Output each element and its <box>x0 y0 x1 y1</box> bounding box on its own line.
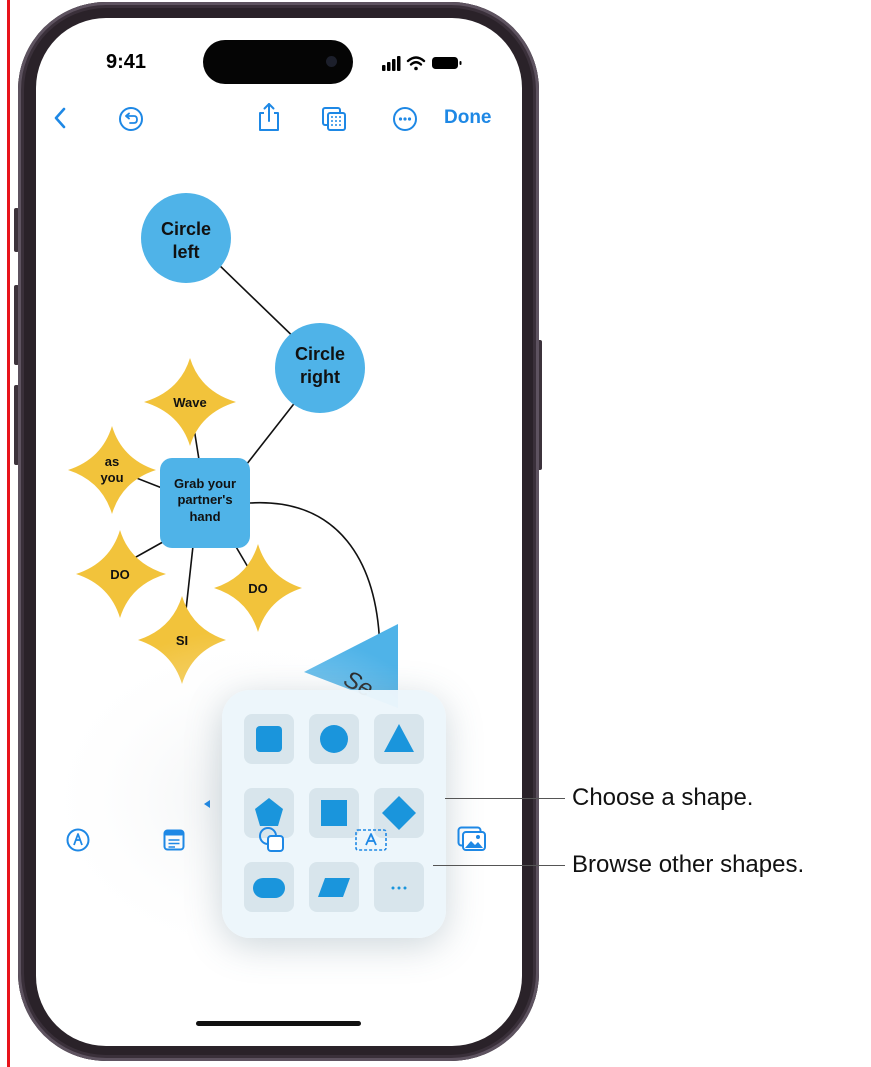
camera-dot <box>326 56 337 67</box>
text-box-icon[interactable] <box>354 828 388 852</box>
shape-option-triangle[interactable] <box>374 714 424 764</box>
choose-shape-callout: Choose a shape. <box>572 784 754 811</box>
back-chevron-icon[interactable] <box>52 106 68 130</box>
shape-option-circle[interactable] <box>309 714 359 764</box>
status-time: 9:41 <box>106 51 147 73</box>
do-right-label: DO <box>248 581 268 596</box>
status-icons <box>382 56 462 71</box>
more-options-icon[interactable] <box>392 106 418 132</box>
do-left-label: DO <box>110 567 130 582</box>
parallelogram-shape-icon <box>318 878 350 897</box>
media-icon[interactable] <box>457 826 487 852</box>
rounded-rectangle-shape-icon <box>253 878 285 898</box>
shape-option-square-2[interactable] <box>309 788 359 838</box>
circle-left-label: Circle left <box>160 219 212 262</box>
wifi-icon <box>406 56 426 71</box>
browse-shapes-callout-line <box>433 865 565 866</box>
done-button[interactable]: Done <box>444 107 492 129</box>
shape-option-parallelogram[interactable] <box>309 862 359 912</box>
choose-shape-callout-line <box>445 798 565 799</box>
dynamic-island <box>203 40 353 84</box>
undo-icon[interactable] <box>118 106 144 132</box>
pen-tool-icon[interactable] <box>66 828 90 852</box>
board-view-icon[interactable] <box>321 106 347 132</box>
page-margin-line <box>7 0 10 1067</box>
phone-screen: Se Circle left Circle right Wave as you … <box>36 18 522 1046</box>
home-indicator <box>196 1021 361 1026</box>
circle-right-label: Circle right <box>294 344 346 387</box>
browse-shapes-callout: Browse other shapes. <box>572 851 805 878</box>
more-shapes-icon <box>391 886 407 890</box>
shape-palette <box>222 690 446 938</box>
square-shape-icon <box>256 726 282 752</box>
wave-label: Wave <box>173 395 207 410</box>
shape-option-rounded-rectangle[interactable] <box>244 862 294 912</box>
si-label: SI <box>175 633 189 648</box>
battery-icon <box>432 57 462 69</box>
center-box-label: Grab your partner's hand <box>173 476 237 524</box>
triangle-shape-icon <box>384 724 414 752</box>
shape-option-more[interactable] <box>374 862 424 912</box>
shape-option-square[interactable] <box>244 714 294 764</box>
shapes-icon[interactable] <box>258 826 286 854</box>
sticky-note-icon[interactable] <box>163 829 185 851</box>
share-icon[interactable] <box>257 102 281 132</box>
circle-shape-icon <box>320 725 348 753</box>
as-you-label: as you <box>100 454 124 486</box>
signal-icon <box>382 56 401 71</box>
square-shape-icon <box>321 800 347 826</box>
